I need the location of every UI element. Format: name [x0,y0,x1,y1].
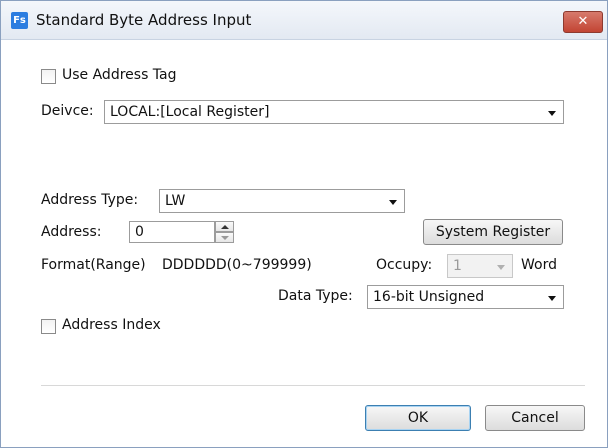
occupy-value: 1 [453,258,462,274]
occupy-select: 1 [447,254,513,278]
divider [41,385,585,386]
format-label: Format(Range) [41,257,146,273]
use-address-tag-label: Use Address Tag [62,67,177,83]
address-type-value: LW [165,193,186,209]
chevron-down-icon [548,296,556,301]
close-button[interactable]: ✕ [563,11,603,33]
dialog-title: Standard Byte Address Input [36,11,252,29]
chevron-down-icon [389,200,397,205]
address-type-select[interactable]: LW [159,189,405,213]
title-bar[interactable]: Fs Standard Byte Address Input ✕ [1,1,607,40]
cancel-button[interactable]: Cancel [485,405,585,431]
device-label: Deivce: [41,103,94,119]
address-input[interactable]: 0 [129,221,215,243]
chevron-down-icon [497,265,505,270]
app-icon: Fs [11,12,28,29]
address-spinner[interactable] [215,221,234,243]
data-type-label: Data Type: [278,288,353,304]
occupy-unit: Word [521,257,557,273]
data-type-select[interactable]: 16-bit Unsigned [367,285,564,309]
address-value: 0 [135,224,144,240]
format-value: DDDDDD(0~799999) [162,257,312,273]
address-type-label: Address Type: [41,192,139,208]
ok-button[interactable]: OK [365,405,471,431]
address-label: Address: [41,224,102,240]
chevron-down-icon [548,111,556,116]
address-index-label: Address Index [62,317,161,333]
system-register-button[interactable]: System Register [423,219,563,245]
triangle-up-icon [221,225,229,229]
device-select[interactable]: LOCAL:[Local Register] [104,100,564,124]
triangle-down-icon [221,236,229,240]
data-type-value: 16-bit Unsigned [373,289,485,305]
spin-up-button[interactable] [215,221,234,232]
address-index-checkbox[interactable] [41,319,56,334]
address-input-dialog: Fs Standard Byte Address Input ✕ Use Add… [0,0,608,448]
device-value: LOCAL:[Local Register] [110,104,270,120]
occupy-label: Occupy: [376,257,433,273]
use-address-tag-checkbox[interactable] [41,69,56,84]
spin-down-button[interactable] [215,232,234,243]
